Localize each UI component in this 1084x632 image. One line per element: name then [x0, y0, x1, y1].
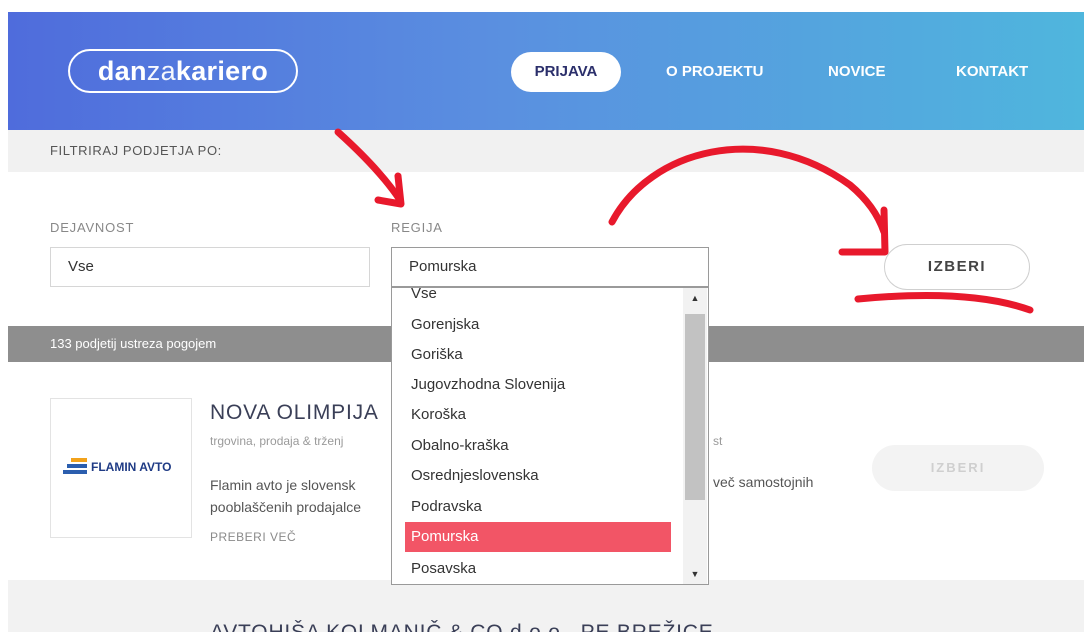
company-category: trgovina, prodaja & trženj — [210, 434, 344, 448]
results-count: 133 podjetij ustreza pogojem — [50, 336, 217, 351]
region-option[interactable]: Koroška — [405, 400, 671, 430]
region-option[interactable]: Osrednjeslovenska — [405, 461, 671, 491]
dropdown-scrollbar[interactable]: ▲ ▼ — [683, 288, 707, 584]
scroll-down-arrow-icon[interactable]: ▼ — [683, 564, 707, 584]
logo-part-kariero: kariero — [175, 56, 269, 86]
nav-news[interactable]: NOVICE — [828, 52, 886, 92]
activity-select[interactable]: Vse — [50, 247, 370, 287]
scrollbar-thumb[interactable] — [685, 314, 705, 500]
region-option[interactable]: Jugovzhodna Slovenija — [405, 370, 671, 400]
region-option-selected[interactable]: Pomurska — [405, 522, 671, 552]
annotation-arrow-head-region — [374, 172, 405, 208]
logo-part-za: za — [146, 56, 176, 86]
company-logo[interactable]: FLAMIN AVTO — [50, 398, 192, 538]
login-button[interactable]: PRIJAVA — [511, 52, 621, 92]
region-dropdown-list: Vse Gorenjska Goriška Jugovzhodna Sloven… — [391, 287, 709, 585]
company-description-line: Flamin avto je slovensk — [210, 477, 356, 493]
company-category-tail: st — [713, 434, 723, 448]
region-label: REGIJA — [391, 220, 443, 235]
region-option[interactable]: Obalno-kraška — [405, 431, 671, 461]
activity-label: DEJAVNOST — [50, 220, 135, 235]
logo-part-dan: dan — [97, 56, 147, 86]
region-option[interactable]: Gorenjska — [405, 310, 671, 340]
region-option[interactable]: Goriška — [405, 340, 671, 370]
region-option[interactable]: Vse — [405, 288, 671, 309]
filter-title: FILTRIRAJ PODJETJA PO: — [50, 143, 222, 158]
company-description-line: pooblaščenih prodajalce — [210, 499, 361, 515]
flamin-avto-logo-icon — [63, 458, 87, 476]
nav-about[interactable]: O PROJEKTU — [666, 52, 764, 92]
read-more-link[interactable]: PREBERI VEČ — [210, 530, 296, 544]
annotation-arrow-head-button — [838, 206, 889, 256]
region-select[interactable]: Pomurska — [391, 247, 709, 287]
filter-submit-button[interactable]: IZBERI — [884, 244, 1030, 290]
site-logo[interactable]: danzakariero — [68, 49, 298, 93]
company-logo-text: FLAMIN AVTO — [91, 460, 172, 474]
company-name[interactable]: NOVA OLIMPIJA — [210, 401, 379, 425]
scroll-up-arrow-icon[interactable]: ▲ — [683, 288, 707, 308]
annotation-underline — [854, 292, 1034, 314]
company-select-button[interactable]: IZBERI — [872, 445, 1044, 491]
company-description: Flamin avto je slovensk pooblaščenih pro… — [210, 474, 361, 518]
site-header: danzakariero PRIJAVA O PROJEKTU NOVICE K… — [8, 12, 1084, 130]
next-company-name[interactable]: AVTOHIŠA KOLMANIČ & CO d.o.o., PE BREŽIC… — [210, 621, 714, 632]
region-option[interactable]: Podravska — [405, 492, 671, 522]
region-option[interactable]: Posavska — [405, 554, 671, 584]
filter-bar: FILTRIRAJ PODJETJA PO: — [8, 130, 1084, 172]
company-description-tail: več samostojnih — [713, 474, 814, 490]
nav-contact[interactable]: KONTAKT — [956, 52, 1028, 92]
